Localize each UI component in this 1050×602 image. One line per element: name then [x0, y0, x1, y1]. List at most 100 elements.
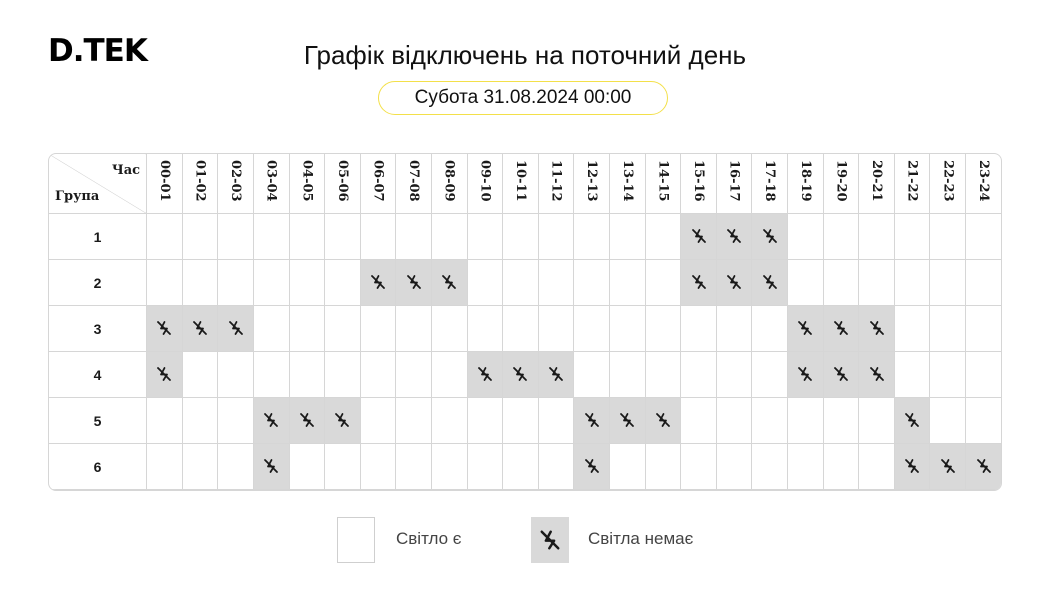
no-power-bolt-icon	[228, 321, 243, 336]
power-on-cell	[965, 213, 1001, 260]
power-on-cell	[893, 305, 931, 352]
no-power-bolt-icon	[762, 229, 777, 244]
outage-cell	[751, 259, 789, 306]
hour-header-label: 02-03	[228, 160, 244, 202]
outage-cell	[502, 351, 539, 398]
outage-cell	[893, 443, 931, 490]
power-on-cell	[252, 351, 290, 398]
no-power-bolt-icon	[549, 367, 563, 382]
power-on-cell	[715, 351, 753, 398]
outage-cell	[466, 351, 504, 398]
outage-cell	[252, 397, 290, 444]
legend-power-on-label: Світло є	[396, 529, 462, 548]
power-on-cell	[217, 397, 254, 444]
power-on-cell	[929, 213, 967, 260]
power-on-cell	[359, 397, 397, 444]
hour-header-label: 12-13	[584, 160, 600, 202]
no-power-bolt-icon	[513, 367, 528, 382]
outage-cell	[822, 305, 860, 352]
power-on-cell	[146, 213, 183, 260]
legend-power-off-swatch	[531, 517, 569, 563]
outage-cell	[680, 213, 717, 260]
power-on-cell	[965, 351, 1001, 398]
outage-cell	[751, 213, 789, 260]
power-on-cell	[181, 443, 219, 490]
hour-header-05-06: 05-06	[324, 154, 361, 214]
power-on-cell	[181, 259, 219, 306]
outage-cell	[787, 305, 824, 352]
hour-header-label: 08-09	[441, 160, 457, 202]
power-on-cell	[929, 351, 967, 398]
hour-header-16-17: 16-17	[715, 154, 753, 214]
no-power-bolt-icon	[335, 413, 350, 428]
outage-cell	[324, 397, 361, 444]
power-on-cell	[288, 305, 326, 352]
group-row-5: 5	[49, 397, 1001, 444]
outage-cell	[787, 351, 824, 398]
power-on-cell	[359, 305, 397, 352]
outage-cell	[288, 397, 326, 444]
hour-header-01-02: 01-02	[181, 154, 219, 214]
power-on-cell	[181, 213, 219, 260]
power-on-cell	[502, 259, 539, 306]
no-power-bolt-icon	[727, 229, 742, 244]
hour-header-19-20: 19-20	[822, 154, 860, 214]
outage-cell	[146, 351, 183, 398]
hour-header-label: 03-04	[263, 160, 279, 202]
corner-group-label: Група	[55, 189, 100, 204]
power-on-cell	[430, 351, 468, 398]
power-on-cell	[858, 259, 895, 306]
legend: Світло є Світла немає	[0, 517, 1050, 565]
no-power-bolt-icon	[371, 275, 385, 290]
power-on-cell	[359, 443, 397, 490]
hour-header-label: 19-20	[833, 160, 849, 202]
power-on-cell	[537, 443, 575, 490]
group-label: 4	[49, 351, 148, 398]
power-on-cell	[893, 213, 931, 260]
hour-header-10-11: 10-11	[502, 154, 539, 214]
power-on-cell	[466, 213, 504, 260]
power-on-cell	[537, 259, 575, 306]
hour-header-label: 22-23	[940, 160, 956, 202]
group-row-1: 1	[49, 213, 1001, 260]
hour-header-17-18: 17-18	[751, 154, 789, 214]
power-on-cell	[288, 351, 326, 398]
hour-header-label: 05-06	[334, 160, 350, 202]
no-power-bolt-icon	[834, 321, 848, 336]
no-power-bolt-icon	[193, 321, 207, 336]
no-power-bolt-icon	[157, 321, 172, 336]
power-on-cell	[715, 305, 753, 352]
outage-cell	[359, 259, 397, 306]
power-on-cell	[608, 351, 646, 398]
power-on-cell	[146, 397, 183, 444]
power-on-cell	[288, 259, 326, 306]
power-on-cell	[644, 305, 682, 352]
hour-header-18-19: 18-19	[787, 154, 824, 214]
power-on-cell	[502, 443, 539, 490]
hour-header-label: 13-14	[619, 160, 635, 202]
group-row-6: 6	[49, 443, 1001, 490]
outage-cell	[252, 443, 290, 490]
power-on-cell	[502, 213, 539, 260]
power-on-cell	[751, 305, 789, 352]
no-power-bolt-icon	[869, 321, 884, 336]
outage-cell	[146, 305, 183, 352]
power-on-cell	[395, 351, 432, 398]
power-on-cell	[537, 213, 575, 260]
hour-header-11-12: 11-12	[537, 154, 575, 214]
group-label: 1	[49, 213, 148, 260]
hour-header-label: 07-08	[406, 160, 422, 202]
date-badge: Субота 31.08.2024 00:00	[378, 81, 668, 115]
outage-cell	[680, 259, 717, 306]
no-power-bolt-icon	[299, 413, 314, 428]
no-power-bolt-icon	[976, 459, 991, 474]
power-on-cell	[537, 305, 575, 352]
no-power-bolt-icon	[406, 275, 421, 290]
no-power-bolt-icon	[655, 413, 670, 428]
hour-header-label: 20-21	[869, 160, 885, 202]
power-on-cell	[359, 351, 397, 398]
outage-cell	[822, 351, 860, 398]
power-on-cell	[288, 443, 326, 490]
power-on-cell	[430, 397, 468, 444]
hour-header-00-01: 00-01	[146, 154, 183, 214]
